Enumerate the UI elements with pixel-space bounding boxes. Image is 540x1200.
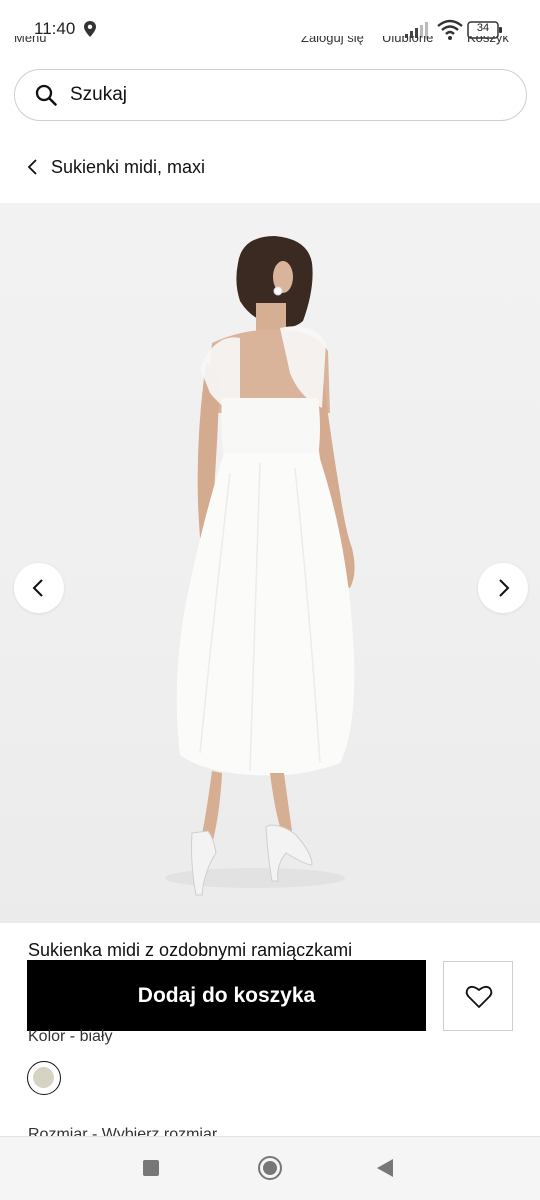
color-label: Kolor - biały — [28, 1028, 113, 1045]
menu-link[interactable]: Menu — [14, 36, 47, 47]
breadcrumb[interactable]: Sukienki midi, maxi — [26, 154, 205, 180]
breadcrumb-label: Sukienki midi, maxi — [51, 156, 206, 177]
add-to-cart-button[interactable]: Dodaj do koszyka — [27, 960, 426, 1031]
recent-apps-icon[interactable] — [143, 1160, 159, 1176]
chevron-left-icon — [27, 159, 37, 175]
system-nav-bar — [0, 1136, 540, 1200]
favorites-link[interactable]: Ulubione — [382, 36, 433, 47]
battery-level: 34 — [476, 22, 490, 34]
heart-icon — [465, 985, 493, 1008]
home-icon[interactable] — [258, 1156, 282, 1180]
next-image-button[interactable] — [478, 563, 528, 613]
search-icon — [35, 84, 57, 106]
chevron-right-icon — [499, 579, 510, 597]
cart-link[interactable]: Koszyk — [467, 36, 509, 47]
search-placeholder: Szukaj — [70, 84, 128, 105]
product-image[interactable] — [0, 203, 540, 923]
size-label[interactable]: Rozmiar - Wybierz rozmiar — [28, 1124, 217, 1136]
login-link[interactable]: Zaloguj się — [301, 36, 364, 47]
back-icon[interactable] — [377, 1159, 393, 1177]
chevron-left-icon — [32, 579, 43, 597]
product-title: Sukienka midi z ozdobnymi ramiączkami — [28, 940, 353, 960]
color-swatch-fill — [33, 1067, 54, 1088]
color-swatch-white[interactable] — [27, 1061, 61, 1095]
search-input[interactable]: Szukaj — [14, 69, 527, 121]
wishlist-button[interactable] — [443, 961, 513, 1031]
product-photo — [165, 236, 355, 896]
top-nav: Menu Zaloguj się Ulubione Koszyk — [0, 36, 540, 50]
previous-image-button[interactable] — [14, 563, 64, 613]
